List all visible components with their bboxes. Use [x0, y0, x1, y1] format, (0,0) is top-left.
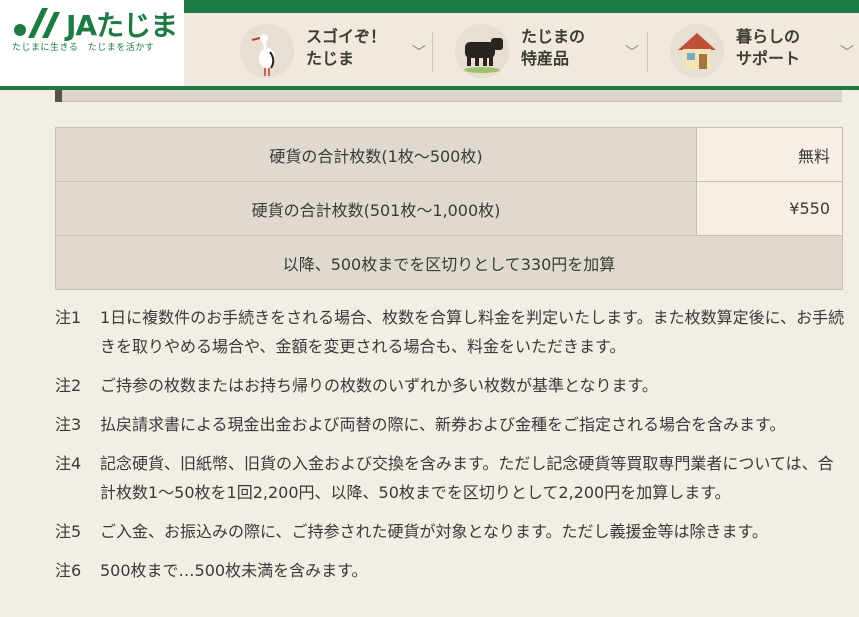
nav-label: たじまの 特産品	[521, 27, 586, 68]
fee-table: 硬貨の合計枚数(1枚～500枚) 無料 硬貨の合計枚数(501枚～1,000枚)…	[55, 127, 843, 290]
site-header: JAたじま たじまに生きる たじまを活かす スゴイぞ！ たじま ﹀ たじまの 特…	[0, 0, 859, 90]
note-text: 記念硬貨、旧紙幣、旧貨の入金および交換を含みます。ただし記念硬貨等買取専門業者に…	[100, 454, 834, 502]
note-item: 注1 1日に複数件のお手続きをされる場合、枚数を合算し料金を判定いたします。また…	[55, 303, 845, 361]
logo[interactable]: JAたじま たじまに生きる たじまを活かす	[0, 0, 184, 86]
note-item: 注2 ご持参の枚数またはお持ち帰りの枚数のいずれか多い枚数が基準となります。	[55, 371, 845, 400]
nav-label: スゴイぞ！ たじま	[306, 27, 387, 68]
section-heading-bar	[55, 90, 842, 102]
table-footer-cell: 以降、500枚までを区切りとして330円を加算	[55, 235, 843, 290]
table-row: 硬貨の合計枚数(501枚～1,000枚) ¥550	[55, 181, 843, 236]
price-cell: ¥550	[696, 181, 843, 236]
logo-text: JAたじま	[66, 9, 178, 42]
logo-tagline: たじまに生きる たじまを活かす	[12, 43, 155, 53]
note-item: 注4 記念硬貨、旧紙幣、旧貨の入金および交換を含みます。ただし記念硬貨等買取専門…	[55, 449, 845, 507]
chevron-down-icon: ﹀	[840, 45, 854, 61]
table-row: 硬貨の合計枚数(1枚～500枚) 無料	[55, 127, 843, 182]
heading-marker	[55, 90, 62, 102]
condition-cell: 硬貨の合計枚数(1枚～500枚)	[55, 127, 697, 182]
note-item: 注3 払戻請求書による現金出金および両替の際に、新券および金種をご指定される場合…	[55, 410, 845, 439]
note-label: 注1	[55, 308, 82, 327]
ja-logo-icon	[14, 8, 60, 38]
note-item: 注5 ご入金、お振込みの際に、ご持参された硬貨が対象となります。ただし義援金等は…	[55, 517, 845, 546]
stork-icon	[240, 24, 294, 78]
nav-item-sugoizo-tajima[interactable]: スゴイぞ！ たじま ﹀	[240, 20, 430, 82]
house-icon	[670, 24, 724, 78]
note-label: 注5	[55, 522, 82, 541]
condition-cell: 硬貨の合計枚数(501枚～1,000枚)	[55, 181, 697, 236]
price-cell: 無料	[696, 127, 843, 182]
note-text: 1日に複数件のお手続きをされる場合、枚数を合算し料金を判定いたします。また枚数算…	[100, 308, 845, 356]
note-text: 払戻請求書による現金出金および両替の際に、新券および金種をご指定される場合を含み…	[100, 415, 786, 434]
chevron-down-icon: ﹀	[625, 45, 639, 61]
table-row: 以降、500枚までを区切りとして330円を加算	[55, 235, 843, 290]
nav-divider	[432, 32, 433, 72]
note-label: 注2	[55, 376, 82, 395]
note-text: ご入金、お振込みの際に、ご持参された硬貨が対象となります。ただし義援金等は除きま…	[100, 522, 768, 541]
note-item: 注6 500枚まで…500枚未満を含みます。	[55, 556, 845, 585]
cow-icon	[455, 24, 509, 78]
note-label: 注4	[55, 454, 82, 473]
nav-item-living-support[interactable]: 暮らしの サポート ﹀	[670, 20, 859, 82]
nav-item-tajima-specialties[interactable]: たじまの 特産品 ﹀	[455, 20, 645, 82]
nav-label: 暮らしの サポート	[736, 27, 801, 68]
note-label: 注3	[55, 415, 82, 434]
note-text: ご持参の枚数またはお持ち帰りの枚数のいずれか多い枚数が基準となります。	[100, 376, 658, 395]
nav-divider	[647, 32, 648, 72]
notes-list: 注1 1日に複数件のお手続きをされる場合、枚数を合算し料金を判定いたします。また…	[55, 303, 845, 595]
note-text: 500枚まで…500枚未満を含みます。	[100, 561, 368, 580]
note-label: 注6	[55, 561, 82, 580]
chevron-down-icon: ﹀	[412, 45, 426, 61]
